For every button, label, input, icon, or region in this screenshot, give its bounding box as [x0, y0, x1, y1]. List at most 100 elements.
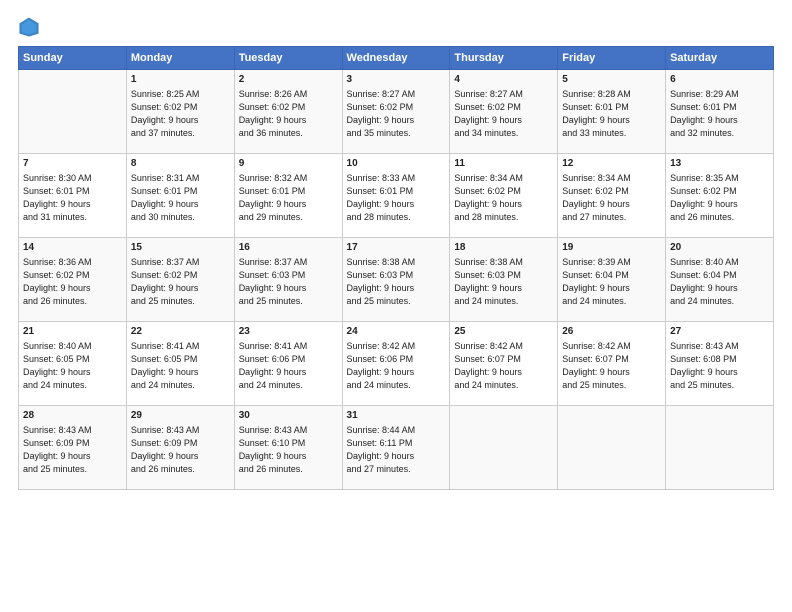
- day-info: Sunrise: 8:40 AM Sunset: 6:04 PM Dayligh…: [670, 256, 769, 308]
- calendar-cell: [450, 406, 558, 490]
- day-info: Sunrise: 8:32 AM Sunset: 6:01 PM Dayligh…: [239, 172, 338, 224]
- day-number: 25: [454, 325, 553, 339]
- day-info: Sunrise: 8:30 AM Sunset: 6:01 PM Dayligh…: [23, 172, 122, 224]
- logo-icon: [18, 16, 40, 38]
- col-header-friday: Friday: [558, 47, 666, 70]
- calendar-cell: 26Sunrise: 8:42 AM Sunset: 6:07 PM Dayli…: [558, 322, 666, 406]
- day-number: 19: [562, 241, 661, 255]
- page: SundayMondayTuesdayWednesdayThursdayFrid…: [0, 0, 792, 612]
- day-number: 13: [670, 157, 769, 171]
- day-info: Sunrise: 8:38 AM Sunset: 6:03 PM Dayligh…: [347, 256, 446, 308]
- calendar-cell: 1Sunrise: 8:25 AM Sunset: 6:02 PM Daylig…: [126, 70, 234, 154]
- calendar-cell: 12Sunrise: 8:34 AM Sunset: 6:02 PM Dayli…: [558, 154, 666, 238]
- day-number: 16: [239, 241, 338, 255]
- day-number: 15: [131, 241, 230, 255]
- calendar-cell: 23Sunrise: 8:41 AM Sunset: 6:06 PM Dayli…: [234, 322, 342, 406]
- day-info: Sunrise: 8:29 AM Sunset: 6:01 PM Dayligh…: [670, 88, 769, 140]
- calendar-cell: 28Sunrise: 8:43 AM Sunset: 6:09 PM Dayli…: [19, 406, 127, 490]
- day-info: Sunrise: 8:28 AM Sunset: 6:01 PM Dayligh…: [562, 88, 661, 140]
- col-header-saturday: Saturday: [666, 47, 774, 70]
- col-header-wednesday: Wednesday: [342, 47, 450, 70]
- day-info: Sunrise: 8:37 AM Sunset: 6:03 PM Dayligh…: [239, 256, 338, 308]
- day-number: 17: [347, 241, 446, 255]
- day-number: 22: [131, 325, 230, 339]
- day-info: Sunrise: 8:36 AM Sunset: 6:02 PM Dayligh…: [23, 256, 122, 308]
- day-info: Sunrise: 8:34 AM Sunset: 6:02 PM Dayligh…: [454, 172, 553, 224]
- day-info: Sunrise: 8:33 AM Sunset: 6:01 PM Dayligh…: [347, 172, 446, 224]
- week-row-2: 7Sunrise: 8:30 AM Sunset: 6:01 PM Daylig…: [19, 154, 774, 238]
- header: [18, 16, 774, 40]
- day-info: Sunrise: 8:31 AM Sunset: 6:01 PM Dayligh…: [131, 172, 230, 224]
- calendar-cell: [19, 70, 127, 154]
- day-number: 27: [670, 325, 769, 339]
- day-number: 4: [454, 73, 553, 87]
- calendar-cell: [558, 406, 666, 490]
- day-number: 14: [23, 241, 122, 255]
- col-header-thursday: Thursday: [450, 47, 558, 70]
- header-row: SundayMondayTuesdayWednesdayThursdayFrid…: [19, 47, 774, 70]
- day-number: 3: [347, 73, 446, 87]
- day-number: 6: [670, 73, 769, 87]
- calendar-cell: 7Sunrise: 8:30 AM Sunset: 6:01 PM Daylig…: [19, 154, 127, 238]
- day-info: Sunrise: 8:37 AM Sunset: 6:02 PM Dayligh…: [131, 256, 230, 308]
- calendar-cell: 25Sunrise: 8:42 AM Sunset: 6:07 PM Dayli…: [450, 322, 558, 406]
- calendar-cell: 5Sunrise: 8:28 AM Sunset: 6:01 PM Daylig…: [558, 70, 666, 154]
- calendar-cell: 13Sunrise: 8:35 AM Sunset: 6:02 PM Dayli…: [666, 154, 774, 238]
- col-header-monday: Monday: [126, 47, 234, 70]
- calendar-cell: 16Sunrise: 8:37 AM Sunset: 6:03 PM Dayli…: [234, 238, 342, 322]
- day-info: Sunrise: 8:43 AM Sunset: 6:09 PM Dayligh…: [23, 424, 122, 476]
- day-number: 24: [347, 325, 446, 339]
- week-row-4: 21Sunrise: 8:40 AM Sunset: 6:05 PM Dayli…: [19, 322, 774, 406]
- calendar-cell: 31Sunrise: 8:44 AM Sunset: 6:11 PM Dayli…: [342, 406, 450, 490]
- calendar-cell: 15Sunrise: 8:37 AM Sunset: 6:02 PM Dayli…: [126, 238, 234, 322]
- calendar-cell: 22Sunrise: 8:41 AM Sunset: 6:05 PM Dayli…: [126, 322, 234, 406]
- week-row-5: 28Sunrise: 8:43 AM Sunset: 6:09 PM Dayli…: [19, 406, 774, 490]
- day-info: Sunrise: 8:43 AM Sunset: 6:10 PM Dayligh…: [239, 424, 338, 476]
- day-info: Sunrise: 8:42 AM Sunset: 6:07 PM Dayligh…: [562, 340, 661, 392]
- day-number: 29: [131, 409, 230, 423]
- calendar-cell: 4Sunrise: 8:27 AM Sunset: 6:02 PM Daylig…: [450, 70, 558, 154]
- calendar-cell: 6Sunrise: 8:29 AM Sunset: 6:01 PM Daylig…: [666, 70, 774, 154]
- calendar-cell: 9Sunrise: 8:32 AM Sunset: 6:01 PM Daylig…: [234, 154, 342, 238]
- day-number: 11: [454, 157, 553, 171]
- calendar-cell: 3Sunrise: 8:27 AM Sunset: 6:02 PM Daylig…: [342, 70, 450, 154]
- day-info: Sunrise: 8:38 AM Sunset: 6:03 PM Dayligh…: [454, 256, 553, 308]
- day-number: 20: [670, 241, 769, 255]
- calendar-cell: [666, 406, 774, 490]
- day-info: Sunrise: 8:43 AM Sunset: 6:08 PM Dayligh…: [670, 340, 769, 392]
- day-number: 18: [454, 241, 553, 255]
- day-number: 5: [562, 73, 661, 87]
- day-info: Sunrise: 8:41 AM Sunset: 6:06 PM Dayligh…: [239, 340, 338, 392]
- calendar-cell: 27Sunrise: 8:43 AM Sunset: 6:08 PM Dayli…: [666, 322, 774, 406]
- calendar-cell: 17Sunrise: 8:38 AM Sunset: 6:03 PM Dayli…: [342, 238, 450, 322]
- day-number: 12: [562, 157, 661, 171]
- day-info: Sunrise: 8:43 AM Sunset: 6:09 PM Dayligh…: [131, 424, 230, 476]
- calendar-cell: 2Sunrise: 8:26 AM Sunset: 6:02 PM Daylig…: [234, 70, 342, 154]
- day-number: 26: [562, 325, 661, 339]
- day-number: 9: [239, 157, 338, 171]
- day-info: Sunrise: 8:27 AM Sunset: 6:02 PM Dayligh…: [347, 88, 446, 140]
- calendar-cell: 8Sunrise: 8:31 AM Sunset: 6:01 PM Daylig…: [126, 154, 234, 238]
- week-row-1: 1Sunrise: 8:25 AM Sunset: 6:02 PM Daylig…: [19, 70, 774, 154]
- calendar-cell: 11Sunrise: 8:34 AM Sunset: 6:02 PM Dayli…: [450, 154, 558, 238]
- day-number: 21: [23, 325, 122, 339]
- calendar-cell: 29Sunrise: 8:43 AM Sunset: 6:09 PM Dayli…: [126, 406, 234, 490]
- day-info: Sunrise: 8:42 AM Sunset: 6:07 PM Dayligh…: [454, 340, 553, 392]
- day-info: Sunrise: 8:27 AM Sunset: 6:02 PM Dayligh…: [454, 88, 553, 140]
- day-number: 2: [239, 73, 338, 87]
- day-info: Sunrise: 8:39 AM Sunset: 6:04 PM Dayligh…: [562, 256, 661, 308]
- day-number: 8: [131, 157, 230, 171]
- day-info: Sunrise: 8:44 AM Sunset: 6:11 PM Dayligh…: [347, 424, 446, 476]
- day-number: 30: [239, 409, 338, 423]
- col-header-sunday: Sunday: [19, 47, 127, 70]
- week-row-3: 14Sunrise: 8:36 AM Sunset: 6:02 PM Dayli…: [19, 238, 774, 322]
- day-number: 31: [347, 409, 446, 423]
- calendar-cell: 19Sunrise: 8:39 AM Sunset: 6:04 PM Dayli…: [558, 238, 666, 322]
- calendar-cell: 21Sunrise: 8:40 AM Sunset: 6:05 PM Dayli…: [19, 322, 127, 406]
- calendar-cell: 18Sunrise: 8:38 AM Sunset: 6:03 PM Dayli…: [450, 238, 558, 322]
- calendar-cell: 30Sunrise: 8:43 AM Sunset: 6:10 PM Dayli…: [234, 406, 342, 490]
- day-info: Sunrise: 8:42 AM Sunset: 6:06 PM Dayligh…: [347, 340, 446, 392]
- day-number: 7: [23, 157, 122, 171]
- calendar-cell: 10Sunrise: 8:33 AM Sunset: 6:01 PM Dayli…: [342, 154, 450, 238]
- calendar-cell: 24Sunrise: 8:42 AM Sunset: 6:06 PM Dayli…: [342, 322, 450, 406]
